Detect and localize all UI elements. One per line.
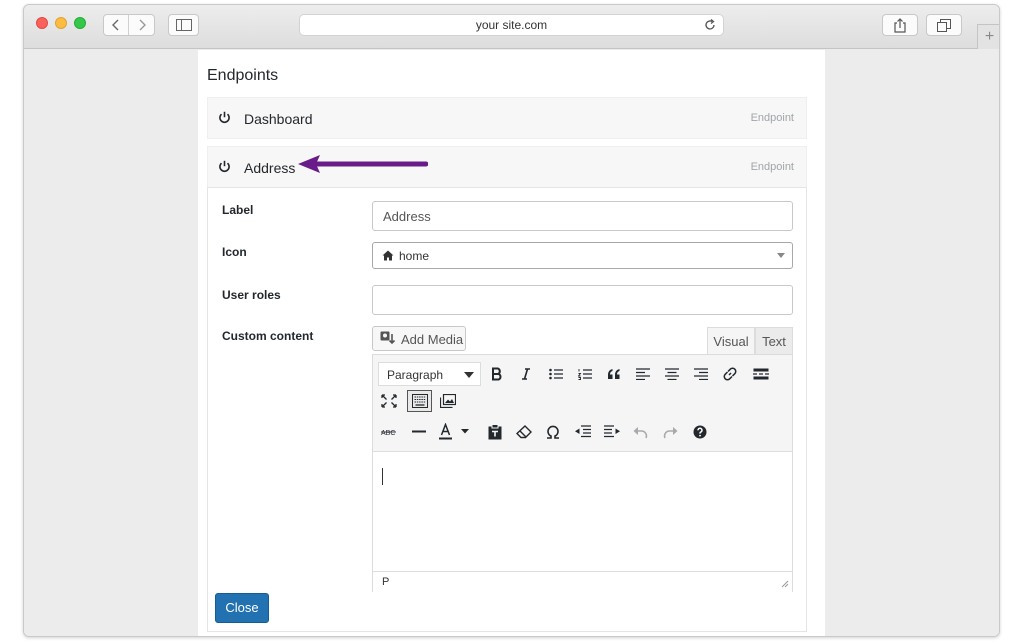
text-color-icon[interactable]: [437, 421, 473, 443]
image-icon[interactable]: [437, 390, 459, 412]
share-button[interactable]: [882, 14, 918, 36]
undo-icon[interactable]: [630, 421, 652, 443]
numbered-list-icon[interactable]: [574, 363, 596, 385]
annotation-arrow-icon: [298, 155, 428, 173]
endpoint-name: Address: [244, 160, 296, 176]
icon-field-label: Icon: [222, 245, 247, 259]
page-viewport: Endpoints Dashboard Endpoint Address End…: [24, 50, 999, 636]
sidebar-button[interactable]: [168, 14, 199, 36]
navigation-buttons: [103, 14, 155, 36]
icon-select-value: home: [399, 249, 430, 263]
page-title: Endpoints: [207, 67, 279, 84]
blockquote-icon[interactable]: [603, 363, 625, 385]
tab-text[interactable]: Text: [755, 327, 793, 354]
align-right-icon[interactable]: [690, 363, 712, 385]
add-media-button[interactable]: Add Media: [372, 326, 466, 351]
format-select-value: Paragraph: [387, 368, 444, 382]
forward-button[interactable]: [129, 15, 154, 35]
format-select[interactable]: Paragraph: [378, 362, 481, 386]
resize-handle-icon[interactable]: [781, 580, 789, 588]
icon-select[interactable]: home: [372, 242, 793, 269]
title-bar: your site.com +: [24, 5, 999, 49]
show-tabs-button[interactable]: [926, 14, 962, 36]
link-icon[interactable]: [719, 363, 741, 385]
power-icon: [219, 111, 230, 124]
read-more-icon[interactable]: [750, 363, 772, 385]
zoom-window-button[interactable]: [74, 17, 86, 29]
align-left-icon[interactable]: [632, 363, 654, 385]
tab-visual[interactable]: Visual: [707, 327, 755, 354]
dropdown-caret-icon: [464, 372, 474, 378]
close-button[interactable]: Close: [215, 593, 269, 623]
clear-formatting-icon[interactable]: [513, 421, 535, 443]
element-path[interactable]: P: [382, 576, 389, 588]
media-icon: [380, 331, 396, 345]
toolbar-toggle-icon[interactable]: [407, 390, 432, 412]
endpoint-type: Endpoint: [750, 161, 794, 173]
svg-text:ABC: ABC: [381, 430, 395, 437]
help-icon[interactable]: [689, 421, 711, 443]
user-roles-label: User roles: [222, 288, 281, 302]
text-cursor: [382, 468, 383, 485]
reload-icon[interactable]: [703, 18, 717, 32]
horizontal-line-icon[interactable]: [408, 421, 430, 443]
label-input[interactable]: [372, 201, 793, 231]
plus-icon: +: [984, 28, 995, 45]
custom-content-label: Custom content: [222, 329, 314, 343]
endpoint-settings-panel: Label Icon home User roles Custom conten…: [207, 187, 807, 632]
special-character-icon[interactable]: [542, 421, 564, 443]
align-center-icon[interactable]: [661, 363, 683, 385]
chevron-left-icon: [112, 19, 119, 31]
label-field-label: Label: [222, 203, 254, 217]
sidebar-icon: [175, 19, 192, 31]
redo-icon[interactable]: [659, 421, 681, 443]
outdent-icon[interactable]: [572, 421, 594, 443]
endpoint-type: Endpoint: [750, 112, 794, 124]
editor-content-area[interactable]: [373, 452, 792, 570]
strikethrough-icon[interactable]: ABC: [378, 421, 400, 443]
chevron-right-icon: [139, 19, 146, 31]
power-icon: [219, 160, 230, 173]
dropdown-caret-icon: [777, 253, 785, 258]
share-icon: [894, 17, 906, 33]
editor-status-bar: P: [373, 571, 792, 592]
address-bar[interactable]: your site.com: [299, 14, 724, 36]
user-roles-input[interactable]: [372, 285, 793, 315]
endpoint-name: Dashboard: [244, 111, 313, 127]
tabs-icon: [937, 18, 951, 32]
endpoint-row-dashboard[interactable]: Dashboard Endpoint: [207, 97, 807, 139]
add-media-label: Add Media: [401, 332, 464, 347]
italic-icon[interactable]: [515, 363, 537, 385]
content-editor: Paragraph ABC P: [372, 354, 793, 592]
page-content: Endpoints Dashboard Endpoint Address End…: [198, 50, 825, 636]
back-button[interactable]: [104, 15, 129, 35]
bold-icon[interactable]: [486, 363, 508, 385]
browser-window: your site.com + Endpoints Dashboard Endp…: [23, 4, 1000, 637]
fullscreen-icon[interactable]: [378, 390, 400, 412]
url-text: your site.com: [475, 18, 548, 32]
close-window-button[interactable]: [36, 17, 48, 29]
minimize-window-button[interactable]: [55, 17, 67, 29]
indent-icon[interactable]: [601, 421, 623, 443]
home-icon: [382, 250, 394, 261]
editor-toolbar: Paragraph ABC: [373, 355, 792, 452]
new-tab-button[interactable]: +: [977, 24, 999, 49]
paste-text-icon[interactable]: [484, 421, 506, 443]
bullet-list-icon[interactable]: [545, 363, 567, 385]
